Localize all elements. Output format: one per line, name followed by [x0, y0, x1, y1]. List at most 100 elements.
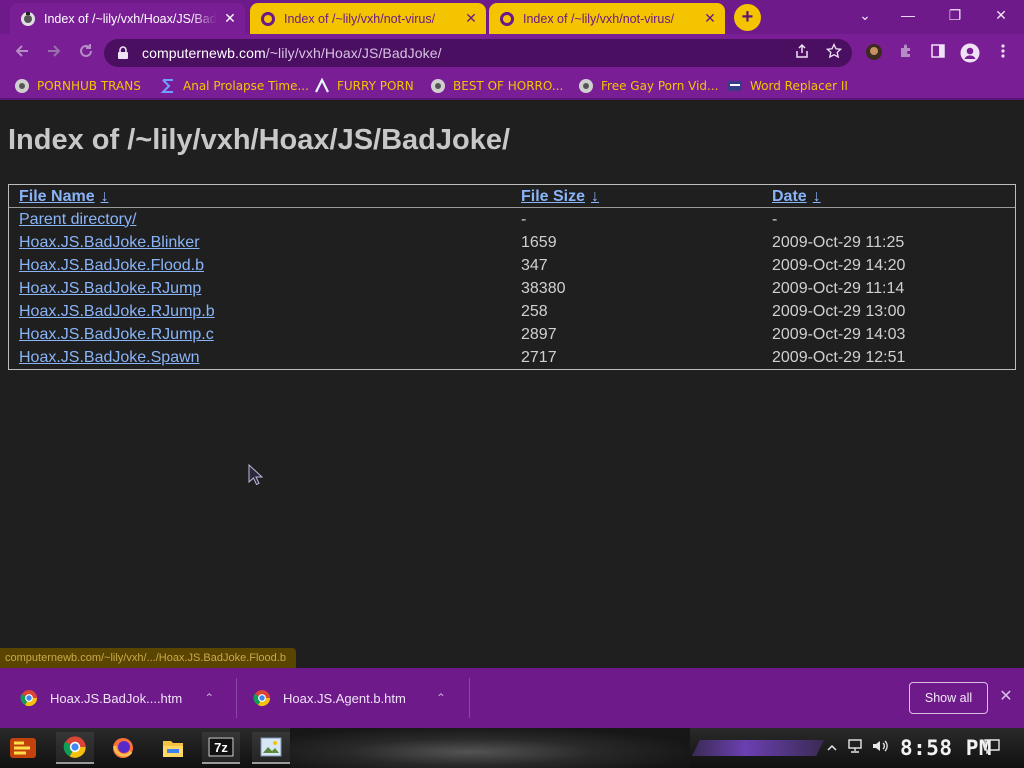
taskbar-firefox[interactable] [104, 732, 142, 764]
file-date-cell: 2009-Oct-29 12:51 [772, 348, 906, 366]
file-size-cell: 1659 [521, 233, 557, 251]
parent-directory-link[interactable]: Parent directory/ [19, 211, 136, 228]
bookmarks-bar: PORNHUB TRANS Anal Prolapse Time... FURR… [0, 72, 1024, 100]
file-name-cell: Hoax.JS.BadJoke.Flood.b [9, 254, 511, 277]
tab-close-icon[interactable]: ✕ [223, 10, 237, 27]
volume-icon[interactable] [870, 738, 890, 758]
tab-title: Index of /~lily/vxh/not-virus/ [284, 11, 436, 26]
taskbar-wallpaper-art [290, 728, 690, 768]
wr-icon [728, 81, 742, 91]
bookmark-pornhub-trans[interactable]: PORNHUB TRANS [14, 77, 141, 95]
sort-arrow-icon[interactable]: ↓ [813, 188, 821, 205]
bookmark-free-gay-porn[interactable]: Free Gay Porn Vid... [578, 77, 718, 95]
extension-avatar-icon[interactable] [864, 43, 884, 63]
globe-icon [579, 79, 593, 93]
page-content: Index of /~lily/vxh/Hoax/JS/BadJoke/ Fil… [0, 102, 1024, 668]
sort-arrow-icon[interactable]: ↓ [101, 188, 109, 205]
sort-arrow-icon[interactable]: ↓ [591, 188, 599, 205]
sigma-icon [160, 79, 173, 93]
mouse-cursor-icon [248, 464, 264, 486]
tab-search-icon[interactable]: ⌄ [850, 4, 880, 26]
browser-toolbar: computernewb.com/~lily/vxh/Hoax/JS/BadJo… [0, 34, 1024, 72]
bookmark-star-icon[interactable] [824, 42, 844, 63]
tray-overflow-chevron-icon[interactable] [826, 738, 838, 758]
back-arrow-icon[interactable] [11, 42, 33, 64]
close-window-icon[interactable]: ✕ [986, 4, 1016, 26]
restore-icon[interactable]: ❐ [940, 4, 970, 26]
download-item[interactable]: Hoax.JS.Agent.b.htm ⌃ [253, 668, 446, 728]
kebab-menu-icon[interactable] [993, 43, 1013, 63]
table-row: Parent directory/ - - [9, 208, 1015, 231]
column-header-size: File Size ↓ [511, 185, 762, 208]
file-size-cell: 2717 [521, 348, 557, 366]
download-filename: Hoax.JS.Agent.b.htm [283, 690, 406, 706]
file-listing-table: File Name ↓ File Size ↓ Date ↓ Parent direc… [8, 184, 1016, 370]
chrome-html-file-icon [20, 690, 38, 707]
table-row: Hoax.JS.BadJoke.Blinker 1659 2009-Oct-29… [9, 231, 1015, 254]
tab-close-icon[interactable]: ✕ [464, 10, 478, 27]
lock-icon [118, 46, 128, 59]
tab-title: Index of /~lily/vxh/not-virus/ [523, 11, 675, 26]
sort-by-size-link[interactable]: File Size [521, 188, 585, 205]
extensions-puzzle-icon[interactable] [896, 43, 916, 63]
bookmark-word-replacer[interactable]: Word Replacer II [727, 77, 848, 95]
file-name-cell: Hoax.JS.BadJoke.RJump [9, 277, 511, 300]
file-date-cell: 2009-Oct-29 11:25 [772, 233, 905, 251]
download-item[interactable]: Hoax.JS.BadJok....htm ⌃ [20, 668, 214, 728]
file-name-cell: Hoax.JS.BadJoke.RJump.b [9, 300, 511, 323]
bookmark-label: FURRY PORN [337, 79, 414, 93]
site-favicon-icon [261, 11, 275, 26]
tab-not-virus-1[interactable]: Index of /~lily/vxh/not-virus/ ✕ [250, 3, 486, 34]
forward-arrow-icon[interactable] [43, 42, 65, 64]
file-link[interactable]: Hoax.JS.BadJoke.Spawn [19, 349, 200, 366]
taskbar-chrome[interactable] [56, 732, 94, 764]
profile-icon[interactable] [960, 43, 980, 63]
reload-icon[interactable] [75, 42, 97, 64]
file-name-cell: Hoax.JS.BadJoke.Blinker [9, 231, 511, 254]
column-header-date: Date ↓ [762, 185, 1015, 208]
bookmark-best-of-horror[interactable]: BEST OF HORRO... [430, 77, 563, 95]
share-icon[interactable] [792, 43, 812, 63]
bookmark-label: Free Gay Porn Vid... [601, 79, 719, 93]
file-size-cell: 38380 [521, 279, 566, 297]
show-all-downloads-button[interactable]: Show all [909, 682, 988, 714]
sort-by-date-link[interactable]: Date [772, 188, 807, 205]
side-panel-icon[interactable] [928, 43, 948, 63]
file-link[interactable]: Hoax.JS.BadJoke.RJump [19, 280, 201, 297]
tab-strip: Index of /~lily/vxh/Hoax/JS/BadJoke/ ✕ I… [0, 0, 1024, 34]
sort-by-name-link[interactable]: File Name [19, 188, 95, 205]
download-shelf: Hoax.JS.BadJok....htm ⌃ Hoax.JS.Agent.b.… [0, 668, 1024, 728]
taskbar-clock[interactable]: 8:58 PM [900, 734, 992, 762]
tab-not-virus-2[interactable]: Index of /~lily/vxh/not-virus/ ✕ [489, 3, 725, 34]
file-link[interactable]: Hoax.JS.BadJoke.Blinker [19, 234, 200, 251]
bookmark-furry[interactable]: FURRY PORN [314, 77, 414, 95]
bookmark-anal-prolapse[interactable]: Anal Prolapse Time... [160, 77, 309, 95]
table-header-row: File Name ↓ File Size ↓ Date ↓ [9, 185, 1015, 208]
action-center-icon[interactable] [982, 738, 1002, 758]
address-bar[interactable]: computernewb.com/~lily/vxh/Hoax/JS/BadJo… [104, 39, 852, 67]
url-host: computernewb.com [142, 45, 266, 61]
chevron-up-icon[interactable]: ⌃ [436, 691, 446, 705]
column-size-label: File Size [521, 188, 586, 205]
start-button-icon[interactable] [8, 734, 38, 762]
taskbar-image-viewer[interactable] [252, 732, 290, 764]
bookmark-label: Word Replacer II [750, 79, 848, 93]
table-row: Hoax.JS.BadJoke.Spawn 2717 2009-Oct-29 1… [9, 346, 1015, 369]
taskbar-7zip[interactable]: 7z [202, 732, 240, 764]
tab-close-icon[interactable]: ✕ [703, 10, 717, 27]
file-link[interactable]: Hoax.JS.BadJoke.RJump.c [19, 326, 214, 343]
file-date-cell: 2009-Oct-29 13:00 [772, 302, 906, 320]
new-tab-button[interactable]: + [734, 4, 761, 31]
tab-active[interactable]: Index of /~lily/vxh/Hoax/JS/BadJoke/ ✕ [10, 3, 245, 34]
download-divider [236, 678, 237, 718]
lambda-icon [315, 78, 329, 93]
file-size-cell: 347 [521, 256, 548, 274]
file-link[interactable]: Hoax.JS.BadJoke.RJump.b [19, 303, 215, 320]
site-favicon-icon [500, 11, 514, 26]
file-link[interactable]: Hoax.JS.BadJoke.Flood.b [19, 257, 204, 274]
chevron-up-icon[interactable]: ⌃ [204, 691, 214, 705]
close-shelf-icon[interactable]: ✕ [997, 687, 1015, 707]
taskbar-file-explorer[interactable] [154, 732, 192, 764]
network-icon[interactable] [846, 738, 864, 758]
minimize-icon[interactable]: — [893, 4, 923, 26]
